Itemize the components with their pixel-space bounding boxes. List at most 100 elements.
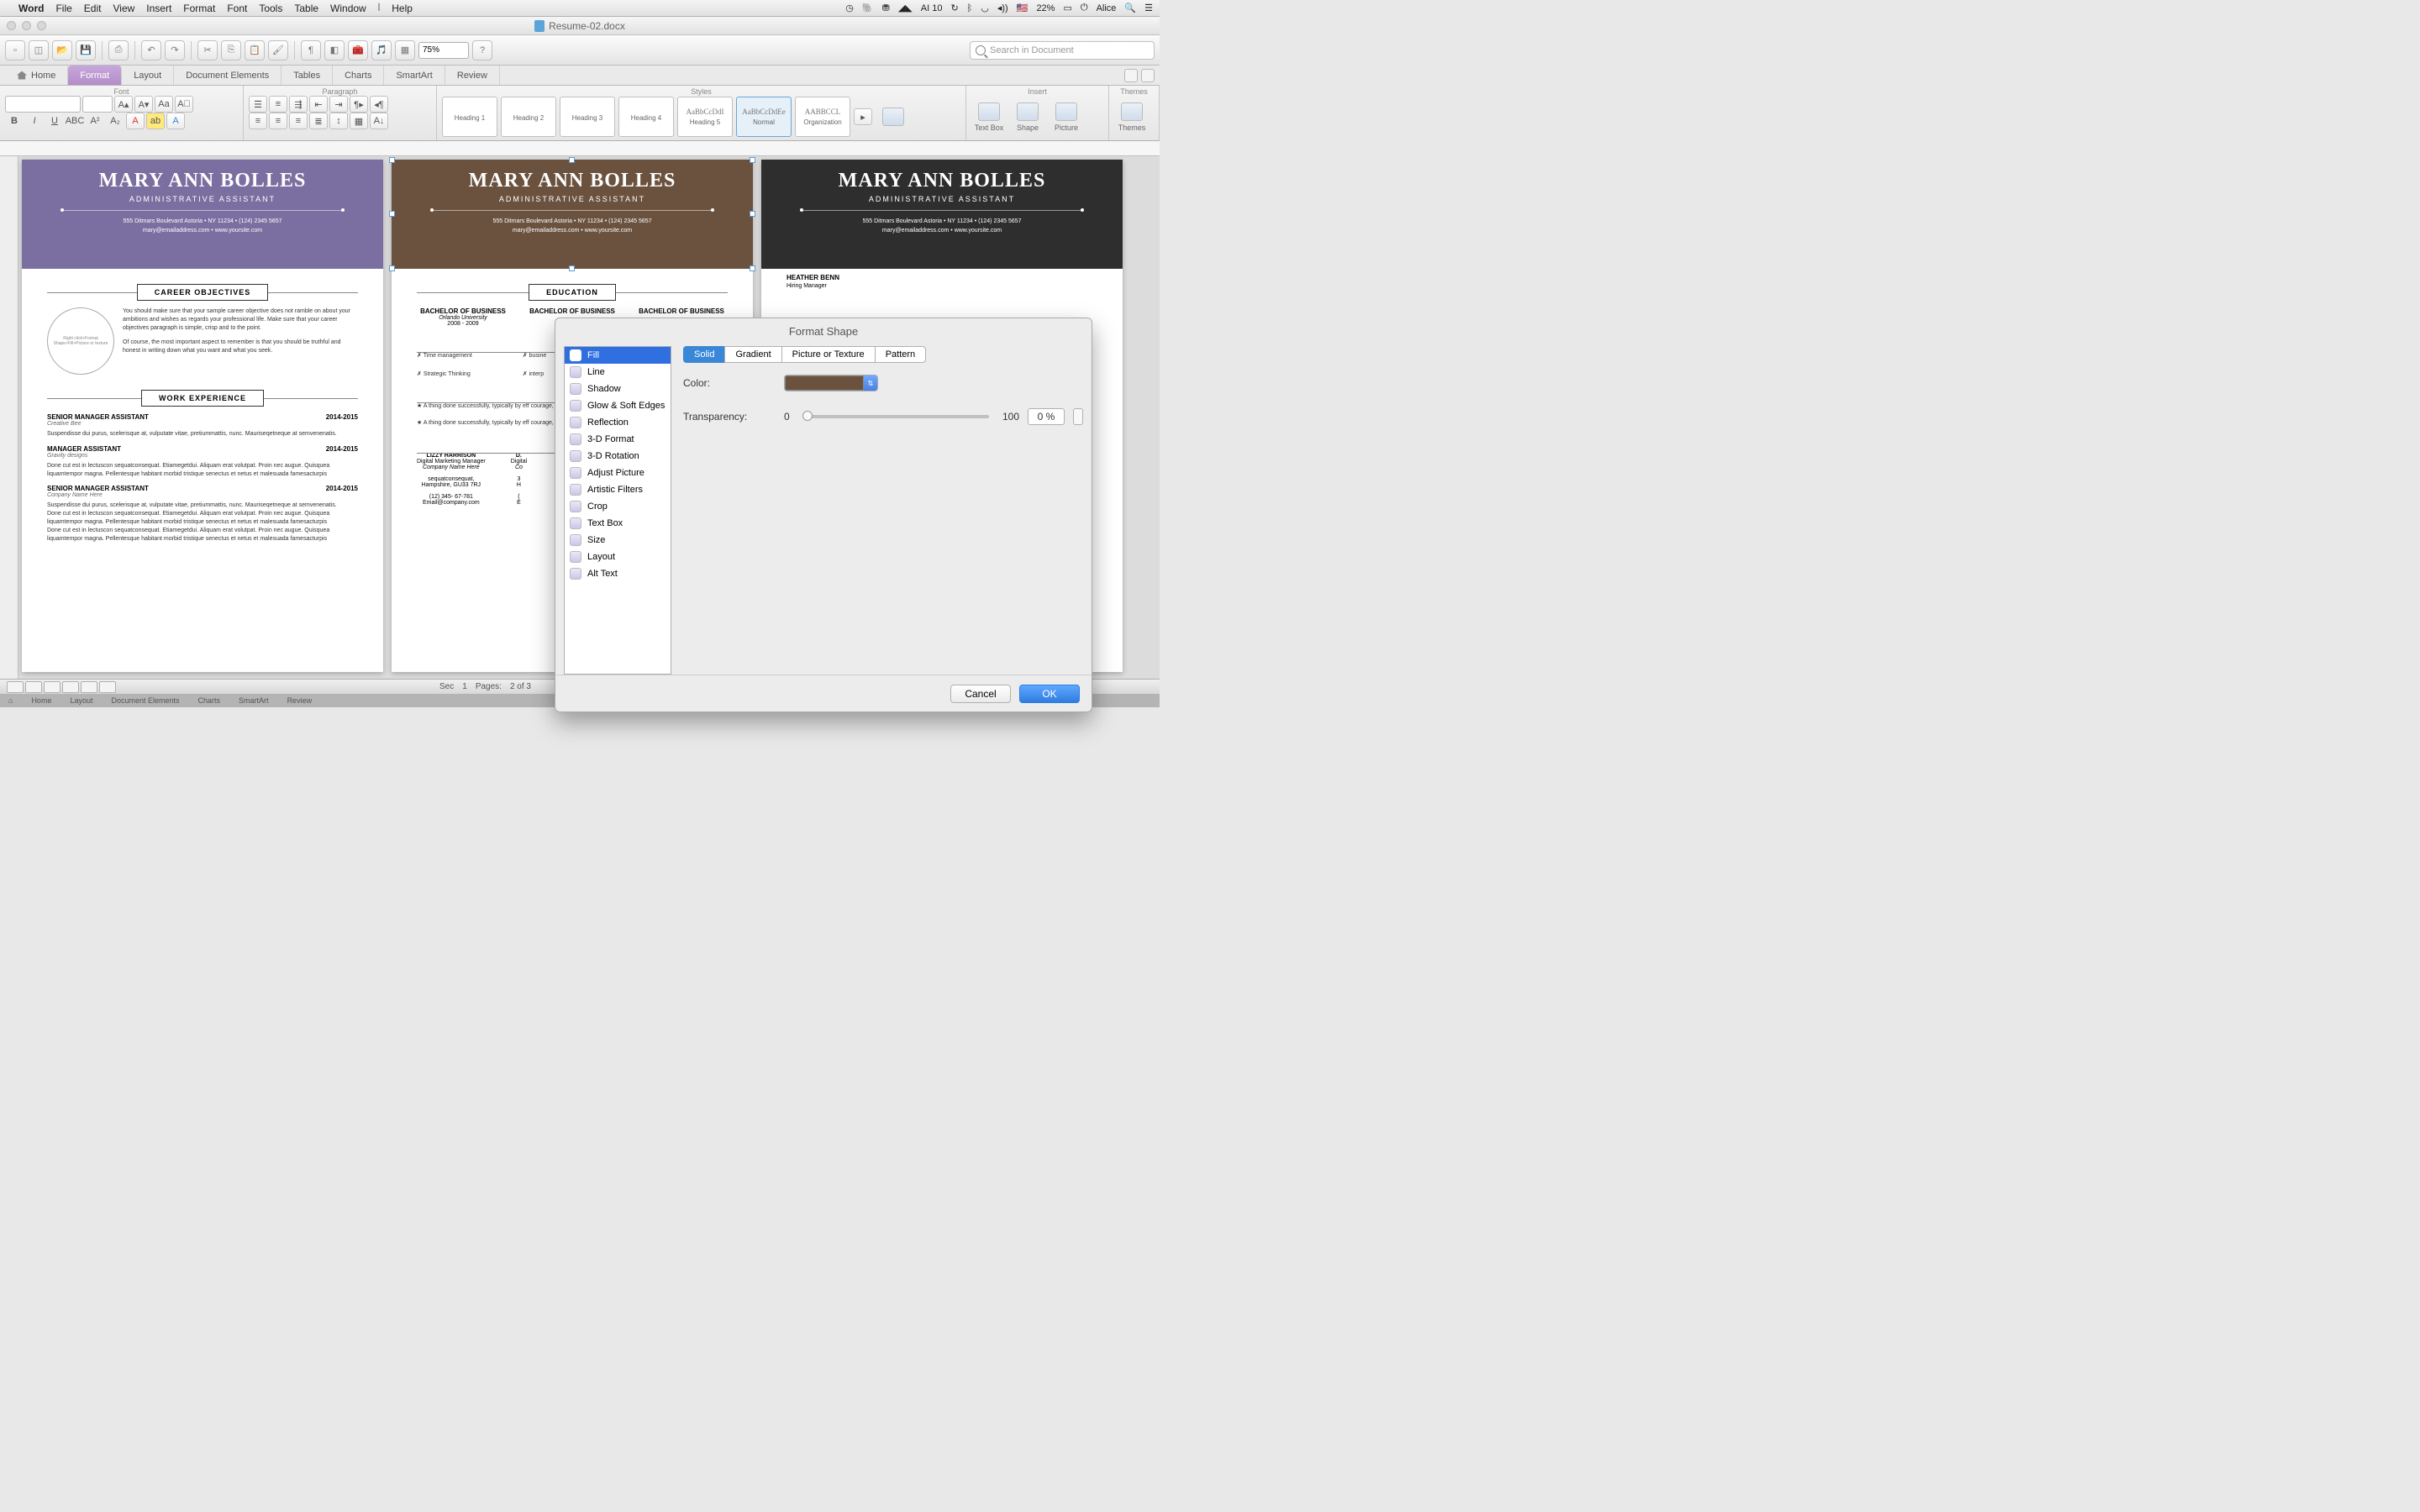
menu-tools[interactable]: Tools (259, 3, 282, 14)
ribbon-collapse-button[interactable] (1124, 69, 1138, 82)
view-draft-button[interactable] (7, 681, 24, 693)
header-page2[interactable]: MARY ANN BOLLES ADMINISTRATIVE ASSISTANT… (392, 160, 753, 269)
category-shadow[interactable]: Shadow (565, 381, 671, 397)
ltr-button[interactable]: ¶▸ (350, 96, 368, 113)
view-focus-button[interactable] (99, 681, 116, 693)
menu-view[interactable]: View (113, 3, 134, 14)
cut-button[interactable]: ✂ (197, 40, 218, 60)
view-print-button[interactable] (62, 681, 79, 693)
transparency-value[interactable]: 0 % (1028, 408, 1065, 425)
increase-indent-button[interactable]: ⇥ (329, 96, 348, 113)
style-organization[interactable]: AABBCCLOrganization (795, 97, 850, 137)
insert-picture-button[interactable]: Picture (1049, 97, 1084, 137)
category-artistic-filters[interactable]: Artistic Filters (565, 481, 671, 498)
multilevel-button[interactable]: ⇶ (289, 96, 308, 113)
menu-table[interactable]: Table (294, 3, 318, 14)
styles-gallery[interactable]: Heading 1 Heading 2 Heading 3 Heading 4 … (442, 96, 960, 138)
gallery-button[interactable]: ▦ (395, 40, 415, 60)
menu-format[interactable]: Format (183, 3, 215, 14)
script-menu-icon[interactable]: ⦚ (378, 2, 381, 14)
shrink-font-button[interactable]: A▾ (134, 96, 153, 113)
redo-button[interactable]: ↷ (165, 40, 185, 60)
minimize-window-button[interactable] (22, 21, 31, 30)
menu-help[interactable]: Help (392, 3, 413, 14)
style-heading5[interactable]: AaBbCcDdIHeading 5 (677, 97, 733, 137)
category-glow[interactable]: Glow & Soft Edges (565, 397, 671, 414)
bullets-button[interactable]: ☰ (249, 96, 267, 113)
text-effects-button[interactable]: A (166, 113, 185, 129)
font-color-button[interactable]: A (126, 113, 145, 129)
category-3dformat[interactable]: 3-D Format (565, 431, 671, 448)
horizontal-ruler[interactable] (0, 141, 1160, 156)
ribbon-tab-layout[interactable]: Layout (122, 66, 174, 85)
menu-file[interactable]: File (55, 3, 71, 14)
menu-font[interactable]: Font (227, 3, 247, 14)
strikethrough-button[interactable]: ABC (66, 113, 84, 129)
transparency-slider[interactable] (803, 415, 989, 418)
style-heading1[interactable]: Heading 1 (442, 97, 497, 137)
category-layout[interactable]: Layout (565, 549, 671, 565)
font-size-combo[interactable] (82, 96, 113, 113)
undo-button[interactable]: ↶ (141, 40, 161, 60)
ok-button[interactable]: OK (1019, 685, 1080, 703)
fill-tab-solid[interactable]: Solid (683, 346, 724, 363)
page-1[interactable]: MARY ANN BOLLES ADMINISTRATIVE ASSISTANT… (22, 160, 383, 672)
highlight-button[interactable]: ab (146, 113, 165, 129)
category-crop[interactable]: Crop (565, 498, 671, 515)
photo-placeholder[interactable]: Right click>Format Shape>Fill>Picture or… (47, 307, 114, 375)
notification-center-icon[interactable]: ☰ (1144, 3, 1153, 13)
align-left-button[interactable]: ≡ (249, 113, 267, 129)
header-page1[interactable]: MARY ANN BOLLES ADMINISTRATIVE ASSISTANT… (22, 160, 383, 269)
ribbon-tab-charts[interactable]: Charts (333, 66, 384, 85)
format-painter-button[interactable]: 🖌 (268, 40, 288, 60)
app-name[interactable]: Word (18, 3, 44, 14)
save-button[interactable]: 💾 (76, 40, 96, 60)
numbering-button[interactable]: ≡ (269, 96, 287, 113)
category-textbox[interactable]: Text Box (565, 515, 671, 532)
slider-thumb[interactable] (802, 411, 813, 421)
category-fill[interactable]: Fill (565, 347, 671, 364)
view-notebook-button[interactable] (81, 681, 97, 693)
cancel-button[interactable]: Cancel (950, 685, 1011, 703)
style-heading2[interactable]: Heading 2 (501, 97, 556, 137)
font-family-combo[interactable] (5, 96, 81, 113)
wifi-icon[interactable]: ◡ (981, 3, 989, 13)
style-normal[interactable]: AaBbCcDdEeNormal (736, 97, 792, 137)
adobe-icon[interactable]: ◢◣ (898, 3, 913, 13)
evernote-icon[interactable]: 🐘 (862, 3, 874, 13)
category-3drotation[interactable]: 3-D Rotation (565, 448, 671, 465)
menu-window[interactable]: Window (330, 3, 366, 14)
open-button[interactable]: 📂 (52, 40, 72, 60)
menu-insert[interactable]: Insert (146, 3, 171, 14)
sort-button[interactable]: A↓ (370, 113, 388, 129)
superscript-button[interactable]: A² (86, 113, 104, 129)
flag-icon[interactable]: 🇺🇸 (1017, 3, 1028, 13)
search-field[interactable]: Search in Document (970, 41, 1155, 60)
new-from-template-button[interactable]: ◫ (29, 40, 49, 60)
ai-badge[interactable]: AI 10 (921, 3, 943, 13)
timemachine-icon[interactable]: ↻ (950, 3, 958, 13)
paste-button[interactable]: 📋 (245, 40, 265, 60)
bold-button[interactable]: B (5, 113, 24, 129)
color-picker[interactable]: ⇅ (784, 375, 878, 391)
change-case-button[interactable]: Aa (155, 96, 173, 113)
style-heading4[interactable]: Heading 4 (618, 97, 674, 137)
spotlight-icon[interactable]: 🔍 (1124, 3, 1136, 13)
help-button[interactable]: ? (472, 40, 492, 60)
clock-icon[interactable]: ◷ (845, 3, 854, 13)
subscript-button[interactable]: A₂ (106, 113, 124, 129)
clear-formatting-button[interactable]: A⃠ (175, 96, 193, 113)
transparency-stepper[interactable] (1073, 408, 1083, 425)
insert-shape-button[interactable]: Shape (1010, 97, 1045, 137)
line-spacing-button[interactable]: ↕ (329, 113, 348, 129)
copy-button[interactable]: ⎘ (221, 40, 241, 60)
ribbon-tab-tables[interactable]: Tables (281, 66, 333, 85)
sidebar-button[interactable]: ◧ (324, 40, 345, 60)
ribbon-tab-smartart[interactable]: SmartArt (384, 66, 445, 85)
font-panel-button[interactable] (876, 97, 911, 137)
category-reflection[interactable]: Reflection (565, 414, 671, 431)
header-page3[interactable]: MARY ANN BOLLES ADMINISTRATIVE ASSISTANT… (761, 160, 1123, 269)
styles-more-button[interactable]: ▸ (854, 108, 872, 125)
new-doc-button[interactable]: ▫ (5, 40, 25, 60)
ribbon-tab-review[interactable]: Review (445, 66, 500, 85)
